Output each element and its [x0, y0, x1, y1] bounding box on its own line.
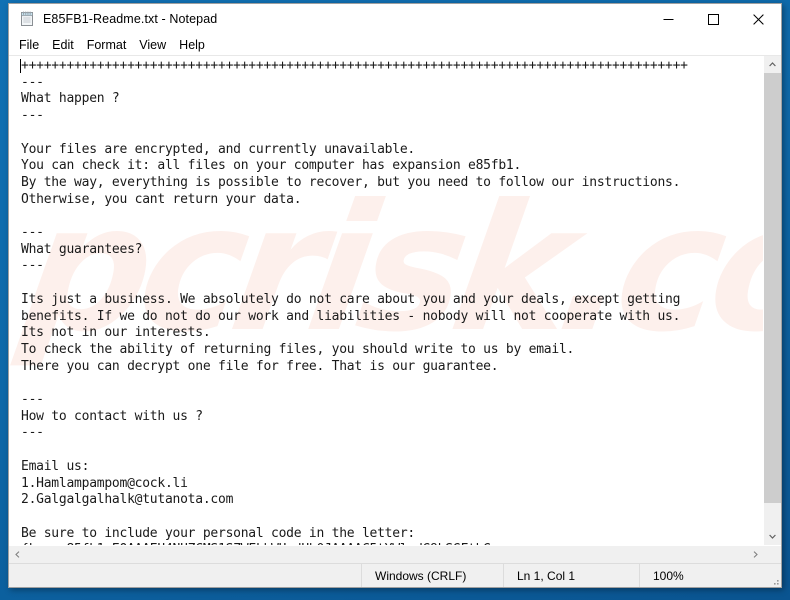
maximize-icon [708, 13, 719, 25]
menu-item-edit[interactable]: Edit [51, 38, 75, 52]
minimize-icon [663, 18, 674, 20]
menu-item-view[interactable]: View [138, 38, 167, 52]
status-cursor-position: Ln 1, Col 1 [503, 564, 639, 587]
close-icon [753, 13, 764, 25]
status-zoom-level: 100% [639, 564, 764, 587]
menu-item-format[interactable]: Format [86, 38, 128, 52]
window-controls [646, 4, 781, 34]
chevron-down-icon [769, 534, 776, 539]
resize-grip[interactable] [764, 564, 781, 587]
close-button[interactable] [736, 4, 781, 34]
text-editor[interactable]: pcrisk.com +++++++++++++++++++++++++++++… [9, 56, 763, 545]
scroll-left-button[interactable] [9, 546, 26, 563]
status-bar: Windows (CRLF) Ln 1, Col 1 100% [9, 563, 781, 587]
horizontal-scrollbar[interactable] [9, 545, 781, 563]
vertical-scrollbar-thumb[interactable] [764, 73, 781, 503]
notepad-window: E85FB1-Readme.txt - Notepad File Edit Fo… [8, 3, 782, 588]
desktop-background: E85FB1-Readme.txt - Notepad File Edit Fo… [0, 0, 790, 600]
horizontal-scrollbar-track[interactable] [26, 546, 747, 563]
editor-area: pcrisk.com +++++++++++++++++++++++++++++… [9, 55, 781, 545]
title-bar: E85FB1-Readme.txt - Notepad [9, 4, 781, 34]
scroll-up-button[interactable] [764, 56, 781, 73]
maximize-button[interactable] [691, 4, 736, 34]
window-title: E85FB1-Readme.txt - Notepad [43, 12, 218, 26]
document-text: ++++++++++++++++++++++++++++++++++++++++… [21, 58, 688, 545]
scrollbar-corner [764, 546, 781, 563]
scroll-down-button[interactable] [764, 528, 781, 545]
scroll-right-button[interactable] [747, 546, 764, 563]
chevron-up-icon [769, 62, 776, 67]
notepad-icon [19, 11, 35, 27]
minimize-button[interactable] [646, 4, 691, 34]
status-line-ending: Windows (CRLF) [361, 564, 503, 587]
vertical-scrollbar[interactable] [763, 56, 781, 545]
menu-bar: File Edit Format View Help [9, 34, 781, 55]
resize-grip-icon [774, 580, 779, 585]
chevron-right-icon [753, 551, 758, 558]
chevron-left-icon [15, 551, 20, 558]
menu-item-help[interactable]: Help [178, 38, 206, 52]
menu-item-file[interactable]: File [18, 38, 40, 52]
vertical-scrollbar-track[interactable] [764, 503, 781, 528]
